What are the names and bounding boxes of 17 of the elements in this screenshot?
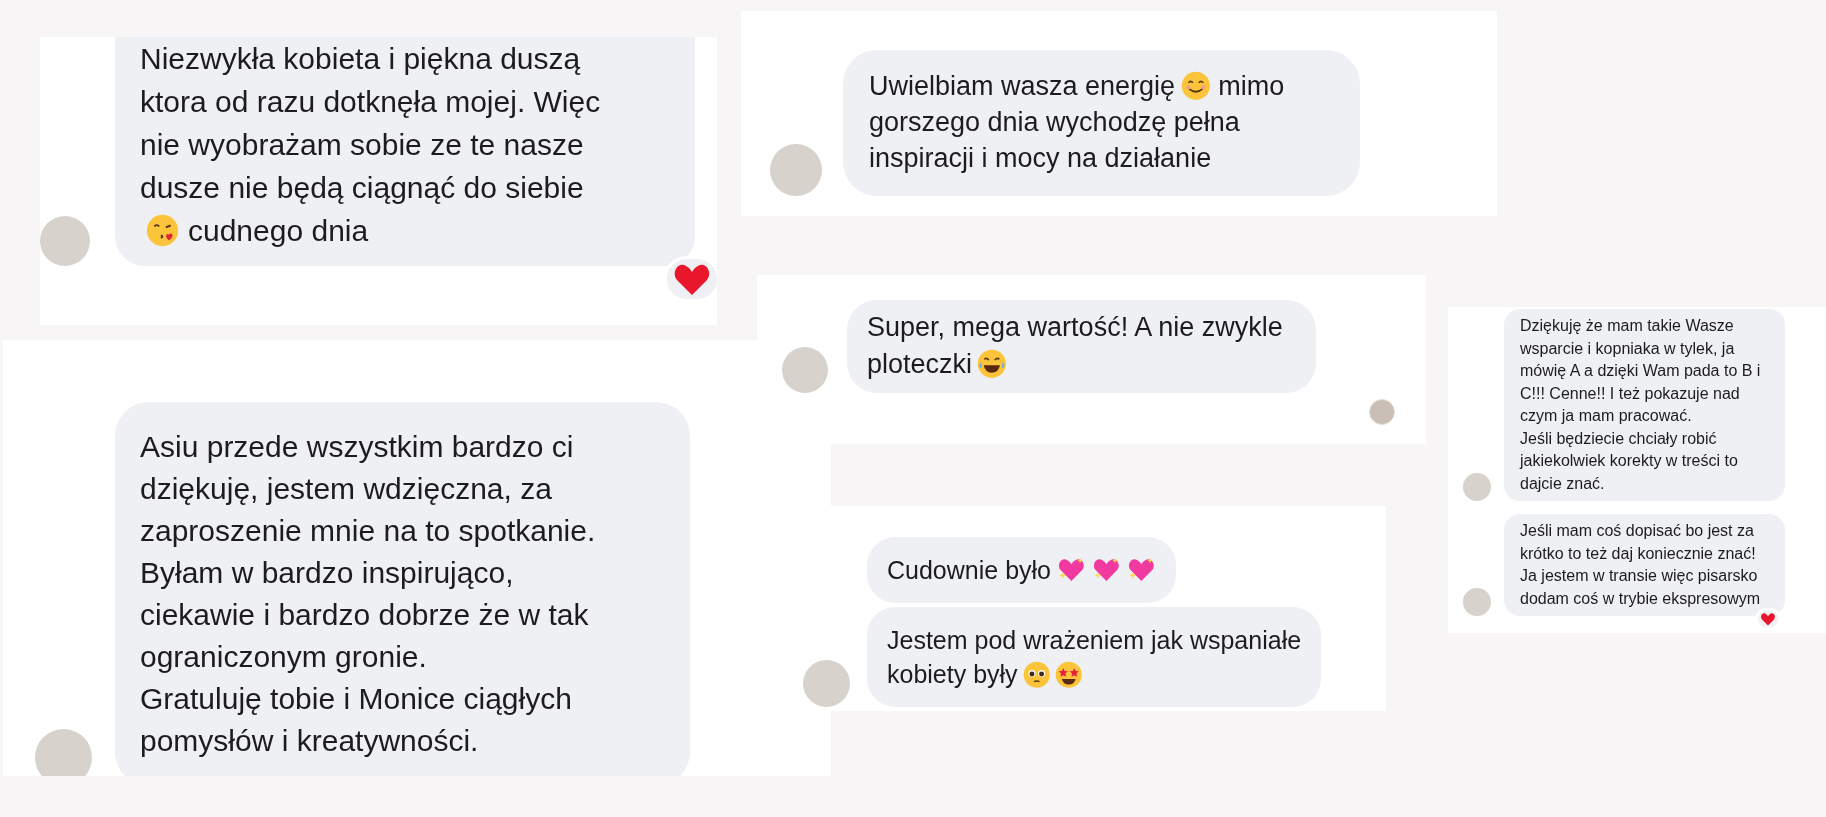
- message-text: Uwielbiam wasza energię: [869, 70, 1176, 103]
- star-eyes-face-icon: [1055, 660, 1083, 688]
- message-text: Jestem pod wrażeniem jak wspaniałe: [887, 625, 1302, 656]
- laughing-face-icon: [977, 348, 1008, 379]
- teary-face-icon: [1022, 660, 1051, 688]
- message-text: kobiety były: [887, 659, 1018, 690]
- message-text: cudnego dnia: [188, 213, 369, 249]
- message-text: Dziękuję że mam takie Wasze wsparcie i kopniaka w tylek, ja mówię A a dzięki Wam pada to B i C!!! Cenne!! I też pokazuje nad czym ja mam pracować. Jeśli będziecie chciały robić jakiekolwiek korekty w treści to dajcie znać.: [1520, 316, 1762, 494]
- message-text: Cudownie było: [887, 555, 1051, 586]
- message-text: ploteczki: [867, 348, 973, 381]
- smiling-face-icon: [1180, 70, 1211, 101]
- message-text: Jeśli mam coś dopisać bo jest za krótko to też daj koniecznie znać! Ja jestem w transie więc pisarsko dodam coś w trybie ekspresowym: [1520, 521, 1762, 609]
- kissing-face-icon: [146, 214, 179, 247]
- message-text: Asiu przede wszystkim bardzo ci dziękuję, jestem wdzięczna, za zaproszenie mnie na to spotkanie. Byłam w bardzo inspirująco, ciekawie i bardzo dobrze że w tak ograniczonym gronie. Gratuluję tobie i Monice ciągłych pomysłów i kreatywności.: [140, 429, 597, 759]
- message-text: gorszego dnia wychodzę pełna inspiracji i mocy na działanie: [869, 106, 1241, 175]
- message-text: Super, mega wartość! A nie zwykle: [867, 311, 1284, 344]
- message-text: mimo: [1218, 70, 1285, 103]
